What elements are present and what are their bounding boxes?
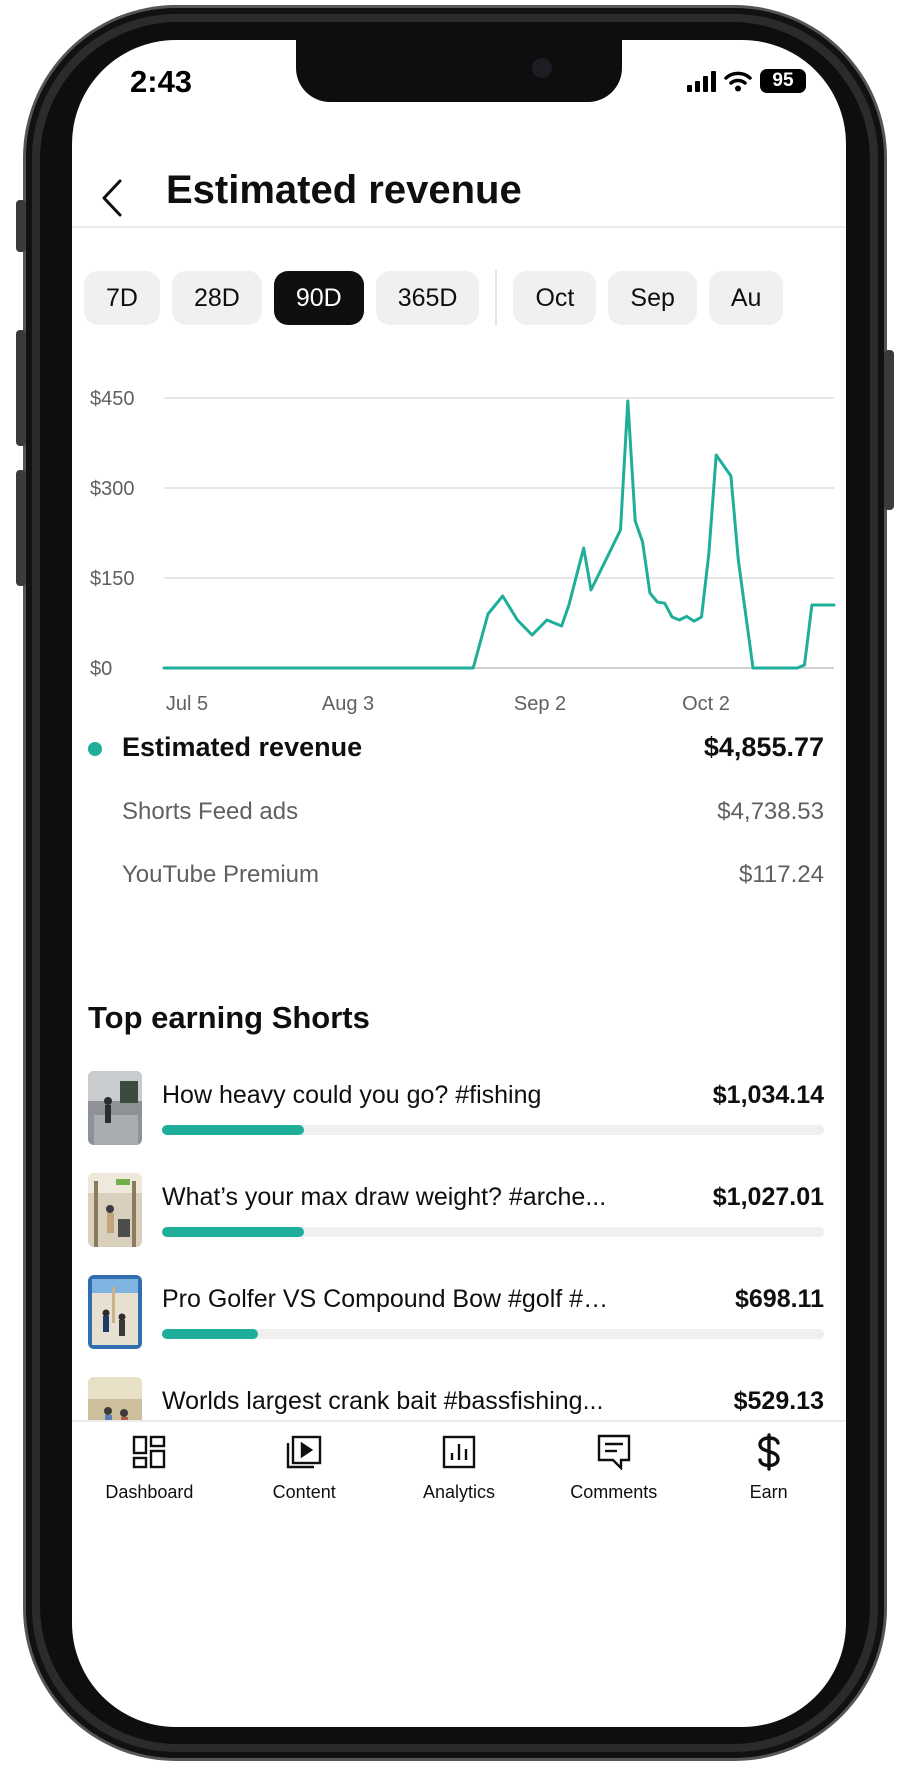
revenue-bar-fill	[162, 1227, 305, 1237]
summary-row-label: YouTube Premium	[122, 861, 319, 888]
revenue-bar-fill	[162, 1329, 258, 1339]
chart-gridlines	[164, 397, 834, 669]
nav-content[interactable]: Content	[227, 1422, 382, 1542]
short-thumbnail	[88, 1173, 142, 1247]
nav-label: Content	[272, 1482, 336, 1502]
x-tick-label: Sep 2	[514, 693, 566, 715]
volume-down-button	[16, 470, 26, 586]
nav-dashboard[interactable]: Dashboard	[72, 1422, 227, 1542]
chip-divider	[495, 270, 498, 326]
short-title: Pro Golfer VS Compound Bow #golf #ar...	[162, 1285, 617, 1313]
revenue-bar-track	[162, 1227, 824, 1237]
notch	[296, 40, 622, 102]
revenue-chart: $0 $150 $300 $450 Jul 5 Aug 3 Sep 2 Oct 2	[90, 388, 836, 715]
wifi-icon	[724, 71, 752, 92]
revenue-bar-track	[162, 1125, 824, 1135]
revenue-bar-fill	[162, 1125, 305, 1135]
short-revenue: $698.11	[735, 1285, 824, 1313]
short-title: How heavy could you go? #fishing	[162, 1081, 542, 1109]
nav-label: Analytics	[422, 1482, 495, 1502]
nav-label: Earn	[749, 1482, 788, 1502]
y-tick-label: $150	[90, 568, 135, 590]
back-button[interactable]	[92, 168, 132, 228]
short-thumbnail	[88, 1275, 142, 1349]
y-tick-label: $450	[90, 388, 135, 410]
chip-28d[interactable]: 28D	[171, 271, 262, 325]
short-item[interactable]: How heavy could you go? #fishing $1,034.…	[72, 1071, 846, 1151]
header: Estimated revenue	[72, 126, 846, 228]
section-title: Top earning Shorts	[88, 1000, 370, 1035]
revenue-bar-track	[162, 1329, 824, 1339]
status-icons: 95	[687, 68, 806, 94]
series-dot	[88, 742, 102, 756]
volume-up-button	[16, 330, 26, 446]
power-button	[884, 350, 894, 510]
chart-y-axis: $0 $150 $300 $450	[90, 388, 135, 680]
screen: 2:43 95 Estimated revenue 7D 28D 90D 365…	[72, 40, 846, 1727]
y-tick-label: $0	[90, 658, 112, 680]
chevron-left-icon	[102, 179, 122, 217]
summary-row: Shorts Feed ads $4,738.53	[72, 794, 846, 834]
comments-icon	[594, 1432, 634, 1472]
nav-comments[interactable]: Comments	[536, 1422, 691, 1542]
nav-analytics[interactable]: Analytics	[382, 1422, 537, 1542]
content-icon	[284, 1432, 324, 1472]
bottom-navigation: Dashboard Content Analytics Comments Ear…	[72, 1420, 846, 1542]
nav-earn[interactable]: Earn	[691, 1422, 846, 1542]
camera-icon	[532, 58, 552, 78]
chip-oct[interactable]: Oct	[513, 271, 597, 325]
status-time: 2:43	[130, 64, 193, 99]
x-tick-label: Oct 2	[682, 693, 730, 715]
summary-total-label: Estimated revenue	[122, 732, 363, 762]
mute-switch	[16, 200, 26, 252]
chip-90d[interactable]: 90D	[273, 271, 364, 325]
x-tick-label: Jul 5	[166, 693, 208, 715]
signal-icon	[687, 70, 716, 92]
short-item[interactable]: Pro Golfer VS Compound Bow #golf #ar... …	[72, 1275, 846, 1355]
short-revenue: $1,027.01	[712, 1183, 824, 1211]
short-revenue: $529.13	[733, 1387, 824, 1415]
x-tick-label: Aug 3	[322, 693, 374, 715]
summary-row-label: Shorts Feed ads	[122, 798, 299, 825]
chip-aug[interactable]: Au	[708, 271, 784, 325]
chart-x-axis: Jul 5 Aug 3 Sep 2 Oct 2	[166, 693, 730, 715]
short-thumbnail	[88, 1071, 142, 1145]
summary-row-value: $4,738.53	[717, 798, 824, 825]
summary-total-value: $4,855.77	[703, 732, 824, 762]
short-item[interactable]: What’s your max draw weight? #arche... $…	[72, 1173, 846, 1253]
summary-total-row: Estimated revenue $4,855.77	[72, 724, 846, 774]
earn-icon	[749, 1432, 789, 1472]
nav-label: Dashboard	[105, 1482, 194, 1502]
battery-indicator: 95	[760, 69, 806, 93]
page-title: Estimated revenue	[166, 168, 522, 212]
revenue-series-line	[162, 399, 836, 670]
analytics-icon	[439, 1432, 479, 1472]
nav-label: Comments	[570, 1482, 658, 1502]
summary-row: YouTube Premium $117.24	[72, 857, 846, 897]
short-title: What’s your max draw weight? #arche...	[162, 1183, 607, 1211]
period-selector: 7D 28D 90D 365D Oct Sep Au	[84, 270, 784, 326]
chip-7d[interactable]: 7D	[84, 271, 160, 325]
summary-row-value: $117.24	[739, 861, 824, 888]
short-title: Worlds largest crank bait #bassfishing..…	[162, 1387, 604, 1415]
short-revenue: $1,034.14	[712, 1081, 824, 1109]
dashboard-icon	[129, 1432, 169, 1472]
chip-365d[interactable]: 365D	[375, 271, 480, 325]
y-tick-label: $300	[90, 478, 135, 500]
chip-sep[interactable]: Sep	[608, 271, 697, 325]
